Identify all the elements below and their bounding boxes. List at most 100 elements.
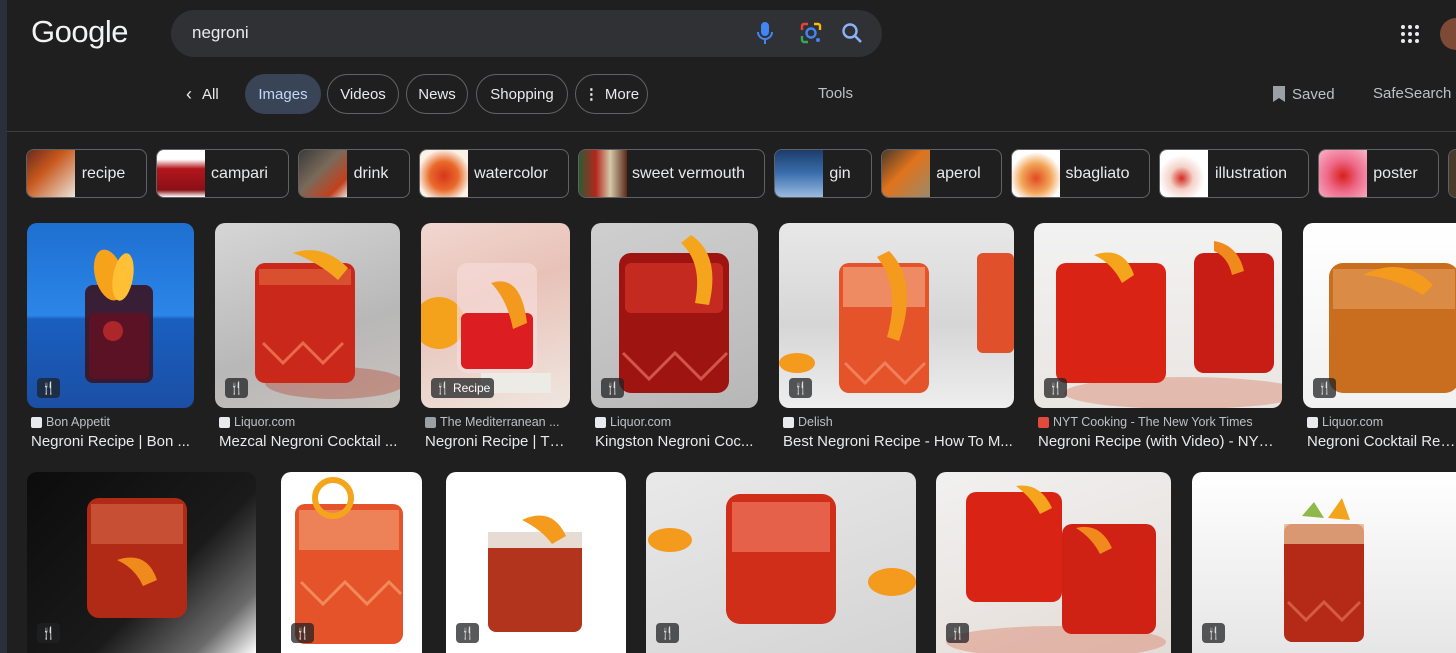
chip-poster[interactable]: poster bbox=[1318, 149, 1439, 198]
recipe-badge: 🍴 bbox=[789, 378, 812, 398]
fork-knife-icon: 🍴 bbox=[660, 626, 675, 640]
chip-thumbnail bbox=[1012, 150, 1060, 197]
favicon bbox=[31, 416, 42, 428]
fork-knife-icon: 🍴 bbox=[295, 626, 310, 640]
chip-gin[interactable]: gin bbox=[774, 149, 872, 198]
chip-thumbnail bbox=[157, 150, 205, 197]
tab-news[interactable]: News bbox=[406, 74, 468, 114]
fork-knife-icon: 🍴 bbox=[229, 381, 244, 395]
source-name: Liquor.com bbox=[234, 415, 296, 429]
search-input[interactable]: negroni bbox=[192, 23, 249, 43]
source-name: The Mediterranean ... bbox=[440, 415, 560, 429]
chip-overflow[interactable] bbox=[1448, 149, 1456, 198]
result-source[interactable]: NYT Cooking - The New York Times bbox=[1038, 415, 1282, 429]
chip-label: drink bbox=[353, 164, 389, 182]
tab-all[interactable]: ‹ All bbox=[176, 74, 236, 114]
image-result[interactable]: 🍴 bbox=[27, 223, 194, 408]
saved-label: Saved bbox=[1292, 85, 1335, 103]
result-source[interactable]: Delish bbox=[783, 415, 1014, 429]
tab-videos[interactable]: Videos bbox=[327, 74, 399, 114]
chip-thumbnail bbox=[579, 150, 627, 197]
tools-button[interactable]: Tools bbox=[818, 85, 853, 102]
recipe-badge: 🍴 Recipe bbox=[431, 378, 495, 398]
tab-images-label: Images bbox=[258, 85, 308, 103]
bookmark-icon bbox=[1273, 86, 1285, 102]
chip-sweet-vermouth[interactable]: sweet vermouth bbox=[578, 149, 765, 198]
result-title[interactable]: Best Negroni Recipe - How To M... bbox=[783, 433, 1014, 450]
fork-knife-icon: 🍴 bbox=[460, 626, 475, 640]
chip-thumbnail bbox=[1449, 150, 1456, 197]
image-result[interactable]: 🍴 bbox=[27, 472, 256, 653]
apps-grid-icon[interactable] bbox=[1398, 22, 1422, 46]
chip-drink[interactable]: drink bbox=[298, 149, 410, 198]
result-source[interactable]: Bon Appetit bbox=[31, 415, 194, 429]
favicon bbox=[219, 416, 230, 428]
chip-sbagliato[interactable]: sbagliato bbox=[1011, 149, 1150, 198]
chip-recipe[interactable]: recipe bbox=[26, 149, 147, 198]
chip-illustration[interactable]: illustration bbox=[1159, 149, 1309, 198]
result-title[interactable]: Negroni Recipe (with Video) - NYT ... bbox=[1038, 433, 1282, 450]
chevron-left-icon: ‹ bbox=[186, 83, 192, 104]
result-source[interactable]: Liquor.com bbox=[1307, 415, 1456, 429]
chip-label: watercolor bbox=[474, 164, 548, 182]
favicon bbox=[425, 416, 436, 428]
chip-thumbnail bbox=[1319, 150, 1367, 197]
recipe-badge: 🍴 bbox=[946, 623, 969, 643]
image-result[interactable]: 🍴 Recipe bbox=[421, 223, 570, 408]
image-result[interactable]: 🍴 bbox=[1034, 223, 1282, 408]
google-logo[interactable]: Google bbox=[31, 14, 128, 50]
recipe-badge: 🍴 bbox=[291, 623, 314, 643]
fork-knife-icon: 🍴 bbox=[950, 626, 965, 640]
fork-knife-icon: 🍴 bbox=[1206, 626, 1221, 640]
recipe-badge: 🍴 bbox=[1313, 378, 1336, 398]
image-result[interactable]: 🍴 bbox=[1303, 223, 1456, 408]
chip-aperol[interactable]: aperol bbox=[881, 149, 1002, 198]
tab-more[interactable]: ⋮ More bbox=[575, 74, 648, 114]
favicon bbox=[783, 416, 794, 428]
recipe-badge: 🍴 bbox=[1044, 378, 1067, 398]
chip-label: recipe bbox=[81, 164, 126, 182]
result-title[interactable]: Mezcal Negroni Cocktail ... bbox=[219, 433, 400, 450]
image-result[interactable]: 🍴 bbox=[215, 223, 400, 408]
image-result[interactable]: 🍴 bbox=[646, 472, 916, 653]
recipe-badge: 🍴 bbox=[456, 623, 479, 643]
image-result[interactable]: 🍴 bbox=[446, 472, 626, 653]
search-icon[interactable] bbox=[839, 20, 865, 46]
tab-images[interactable]: Images bbox=[245, 74, 321, 114]
recipe-badge: 🍴 bbox=[656, 623, 679, 643]
chip-watercolor[interactable]: watercolor bbox=[419, 149, 569, 198]
recipe-badge: 🍴 bbox=[37, 623, 60, 643]
result-title[interactable]: Negroni Cocktail Reci... bbox=[1307, 433, 1456, 450]
fork-knife-icon: 🍴 bbox=[1048, 381, 1063, 395]
result-source[interactable]: Liquor.com bbox=[595, 415, 758, 429]
result-source[interactable]: Liquor.com bbox=[219, 415, 400, 429]
image-result[interactable]: 🍴 bbox=[591, 223, 758, 408]
tab-more-label: More bbox=[604, 85, 640, 103]
account-avatar[interactable] bbox=[1440, 18, 1456, 50]
lens-icon[interactable] bbox=[798, 20, 824, 46]
chip-thumbnail bbox=[775, 150, 823, 197]
chip-label: sweet vermouth bbox=[632, 164, 745, 182]
source-name: Liquor.com bbox=[1322, 415, 1384, 429]
result-title[interactable]: Negroni Recipe | Bon ... bbox=[31, 433, 194, 450]
source-name: Delish bbox=[798, 415, 833, 429]
image-result[interactable]: 🍴 bbox=[779, 223, 1014, 408]
tab-shopping[interactable]: Shopping bbox=[476, 74, 568, 114]
result-source[interactable]: The Mediterranean ... bbox=[425, 415, 570, 429]
image-result[interactable]: 🍴 bbox=[281, 472, 422, 653]
image-result[interactable]: 🍴 bbox=[1192, 472, 1456, 653]
source-name: Bon Appetit bbox=[46, 415, 110, 429]
recipe-badge: 🍴 bbox=[225, 378, 248, 398]
image-result[interactable]: 🍴 bbox=[936, 472, 1171, 653]
chip-label: aperol bbox=[936, 164, 981, 182]
saved-button[interactable]: Saved bbox=[1272, 85, 1335, 103]
result-title[interactable]: Negroni Recipe | Th... bbox=[425, 433, 570, 450]
header-divider bbox=[7, 131, 1456, 132]
chip-thumbnail bbox=[420, 150, 468, 197]
fork-knife-icon: 🍴 bbox=[41, 381, 56, 395]
safesearch-button[interactable]: SafeSearch bbox=[1373, 85, 1451, 102]
mic-icon[interactable] bbox=[753, 20, 777, 46]
result-title[interactable]: Kingston Negroni Coc... bbox=[595, 433, 758, 450]
fork-knife-icon: 🍴 bbox=[605, 381, 620, 395]
chip-campari[interactable]: campari bbox=[156, 149, 289, 198]
